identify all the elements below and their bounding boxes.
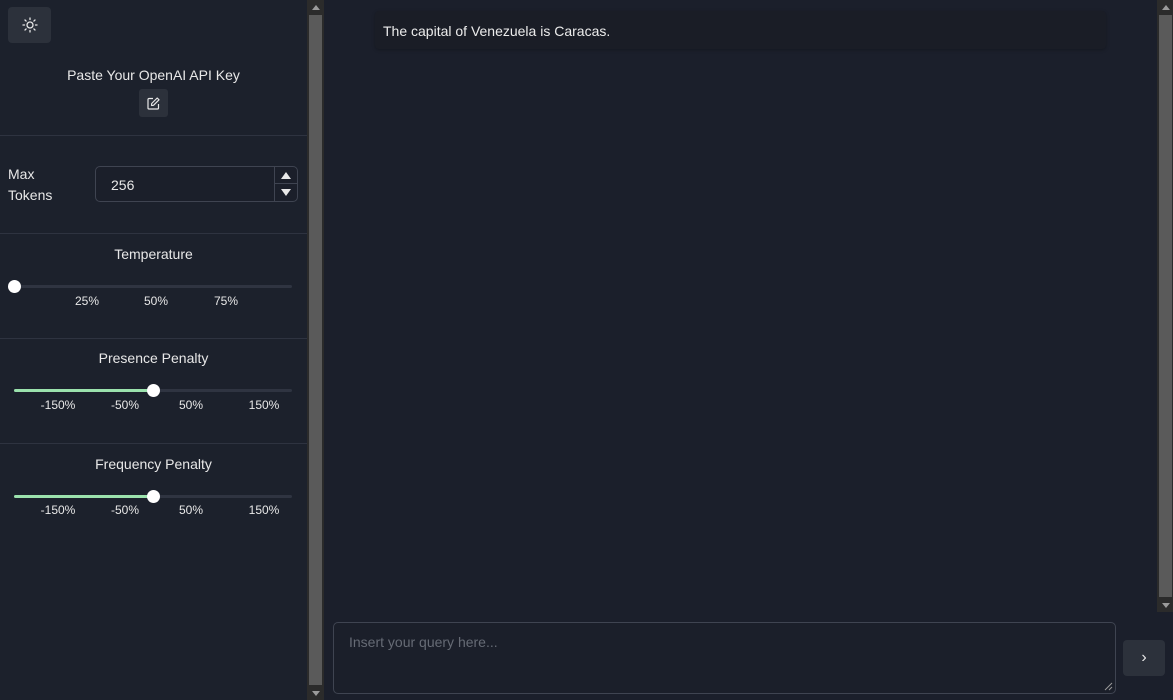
caret-up-icon xyxy=(281,171,291,179)
presence-penalty-fill xyxy=(14,389,153,392)
temperature-tick: 50% xyxy=(143,294,169,308)
assistant-message: The capital of Venezuela is Caracas. xyxy=(375,11,1106,49)
divider xyxy=(0,233,307,234)
caret-down-icon xyxy=(1161,602,1170,608)
divider xyxy=(0,443,307,444)
api-key-label: Paste Your OpenAI API Key xyxy=(67,67,240,83)
caret-up-icon xyxy=(311,4,320,10)
edit-icon xyxy=(147,96,160,110)
sun-icon xyxy=(21,17,38,33)
settings-sidebar: Paste Your OpenAI API Key Max Tokens 256… xyxy=(0,0,307,700)
send-button[interactable]: › xyxy=(1123,640,1165,676)
scrollbar-thumb[interactable] xyxy=(1159,15,1172,597)
presence-penalty-tick: 50% xyxy=(178,398,204,412)
temperature-title: Temperature xyxy=(114,246,193,262)
frequency-penalty-tick: 50% xyxy=(178,503,204,517)
chat-area xyxy=(324,0,1157,612)
decrement-button[interactable] xyxy=(275,184,297,201)
scroll-up-arrow[interactable] xyxy=(1157,0,1173,14)
resize-handle-icon[interactable] xyxy=(1104,682,1113,691)
frequency-penalty-tick: 150% xyxy=(248,503,280,517)
scrollbar-thumb[interactable] xyxy=(309,15,322,685)
scroll-up-arrow[interactable] xyxy=(307,0,324,14)
frequency-penalty-fill xyxy=(14,495,153,498)
scroll-down-arrow[interactable] xyxy=(307,686,324,700)
chevron-right-icon: › xyxy=(1141,649,1147,666)
edit-api-key-button[interactable] xyxy=(139,89,168,117)
frequency-penalty-slider[interactable] xyxy=(14,490,292,503)
max-tokens-label-line2: Tokens xyxy=(8,187,53,203)
presence-penalty-tick: -50% xyxy=(110,398,140,412)
theme-toggle-button[interactable] xyxy=(8,7,51,43)
temperature-slider[interactable] xyxy=(8,280,292,293)
max-tokens-value[interactable]: 256 xyxy=(111,177,134,193)
chat-scrollbar[interactable] xyxy=(1157,0,1173,612)
divider xyxy=(0,338,307,339)
scroll-down-arrow[interactable] xyxy=(1157,598,1173,612)
presence-penalty-slider[interactable] xyxy=(14,384,292,397)
max-tokens-input[interactable]: 256 xyxy=(95,166,298,202)
caret-down-icon xyxy=(281,189,291,196)
increment-button[interactable] xyxy=(275,167,297,184)
max-tokens-label-line1: Max xyxy=(8,166,35,182)
frequency-penalty-tick: -50% xyxy=(110,503,140,517)
divider xyxy=(0,135,307,136)
max-tokens-stepper[interactable] xyxy=(274,167,297,201)
presence-penalty-slider-thumb[interactable] xyxy=(147,384,160,397)
frequency-penalty-tick: -150% xyxy=(40,503,76,517)
temperature-slider-thumb[interactable] xyxy=(8,280,21,293)
caret-up-icon xyxy=(1161,4,1170,10)
presence-penalty-title: Presence Penalty xyxy=(98,350,209,366)
caret-down-icon xyxy=(311,690,320,696)
presence-penalty-tick: -150% xyxy=(40,398,76,412)
frequency-penalty-title: Frequency Penalty xyxy=(95,456,212,472)
temperature-tick: 25% xyxy=(74,294,100,308)
presence-penalty-tick: 150% xyxy=(248,398,280,412)
frequency-penalty-slider-thumb[interactable] xyxy=(147,490,160,503)
query-placeholder: Insert your query here... xyxy=(349,634,498,650)
temperature-tick: 75% xyxy=(213,294,239,308)
query-input[interactable]: Insert your query here... xyxy=(333,622,1116,694)
max-tokens-label: Max Tokens xyxy=(8,164,78,206)
sidebar-scrollbar[interactable] xyxy=(307,0,324,700)
